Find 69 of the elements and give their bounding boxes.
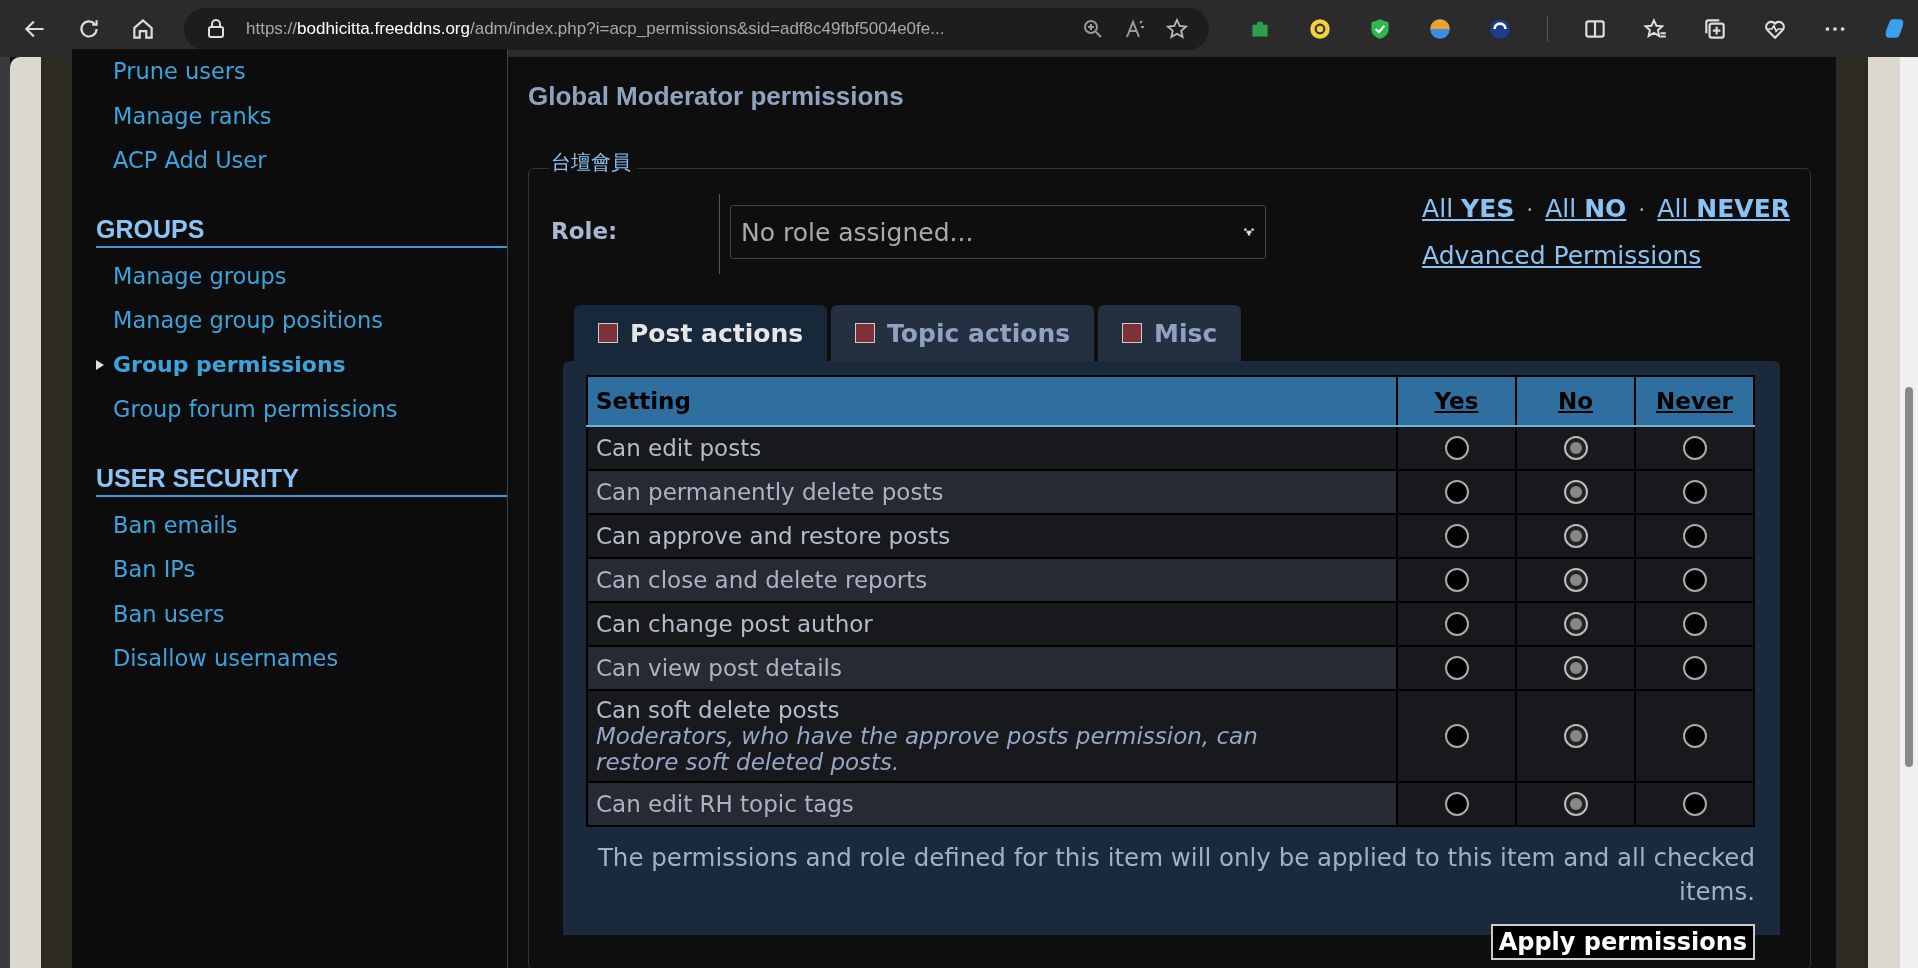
setting-cell: Can close and delete reports: [587, 558, 1397, 602]
radio-button[interactable]: [1682, 656, 1707, 680]
sidebar-link[interactable]: Group permissions: [113, 352, 346, 378]
role-label: Role:: [551, 194, 720, 274]
sidebar-link[interactable]: Manage groups: [113, 262, 287, 289]
sidebar-link[interactable]: Manage ranks: [113, 102, 272, 129]
radio-button[interactable]: [1563, 480, 1588, 504]
radio-button[interactable]: [1682, 568, 1707, 592]
group-name: 台壇會員: [549, 149, 637, 176]
advanced-permissions-link[interactable]: Advanced Permissions: [1422, 241, 1790, 270]
sidebar-link[interactable]: Ban IPs: [113, 556, 196, 583]
setting-cell: Can view post details: [587, 646, 1397, 690]
apply-button[interactable]: Apply permissions: [1490, 923, 1755, 960]
setting-cell: Can permanently delete posts: [587, 470, 1397, 514]
tab[interactable]: Post actions: [574, 305, 828, 361]
column-header: Setting: [587, 376, 1397, 426]
set-all-link[interactable]: All NO: [1545, 194, 1627, 223]
sidebar-link[interactable]: Disallow usernames: [113, 645, 339, 672]
radio-button[interactable]: [1444, 792, 1469, 816]
setting-cell: Can change post author: [587, 602, 1397, 646]
url-text: https://bodhicitta.freeddns.org/adm/index.php?i=acp_permissions&sid=adf8c49fbf5004e0fe...: [246, 18, 946, 39]
tab[interactable]: Topic actions: [831, 305, 1095, 361]
sidebar-link[interactable]: Prune users: [113, 58, 246, 85]
radio-button[interactable]: [1563, 524, 1588, 548]
star-icon[interactable]: [1165, 16, 1189, 41]
setting-cell: Can edit RH topic tags: [587, 782, 1397, 826]
radio-button[interactable]: [1563, 436, 1588, 460]
radio-button[interactable]: [1444, 436, 1469, 460]
separator-dot: ·: [1638, 197, 1646, 222]
page-title: Global Moderator permissions: [528, 81, 905, 112]
radio-button[interactable]: [1444, 724, 1469, 748]
radio-button[interactable]: [1444, 480, 1469, 504]
column-header[interactable]: Never: [1635, 376, 1754, 426]
radio-button[interactable]: [1682, 612, 1707, 636]
scrollbar-thumb[interactable]: [1905, 387, 1913, 767]
radio-button[interactable]: [1444, 612, 1469, 636]
sidebar-link[interactable]: ACP Add User: [113, 147, 267, 174]
setting-cell: Can edit posts: [587, 426, 1397, 470]
caret-icon: [1243, 227, 1255, 237]
set-all-link[interactable]: All NEVER: [1657, 194, 1790, 223]
section-heading: GROUPS: [96, 212, 507, 248]
sidebar-link[interactable]: Ban emails: [113, 511, 238, 538]
setting-cell: Can soft delete posts Moderators, who have the approve posts permission, can restore soft deleted posts.: [587, 690, 1397, 782]
column-header[interactable]: Yes: [1397, 376, 1516, 426]
radio-button[interactable]: [1563, 724, 1588, 748]
sidebar-link[interactable]: Manage group positions: [113, 307, 383, 334]
sidebar-link[interactable]: Ban users: [113, 600, 225, 627]
footer-note: The permissions and role defined for this item will only be applied to this item and all checked items.: [596, 842, 1755, 909]
setting-cell: Can approve and restore posts: [587, 514, 1397, 558]
radio-button[interactable]: [1682, 436, 1707, 460]
radio-button[interactable]: [1682, 524, 1707, 548]
radio-button[interactable]: [1682, 792, 1707, 816]
radio-button[interactable]: [1682, 724, 1707, 748]
radio-button[interactable]: [1682, 480, 1707, 504]
role-select[interactable]: No role assigned...: [730, 205, 1266, 259]
radio-button[interactable]: [1563, 792, 1588, 816]
section-heading: USER SECURITY: [96, 461, 507, 497]
set-all-link[interactable]: All YES: [1422, 194, 1515, 223]
separator-dot: ·: [1526, 197, 1534, 222]
sidebar-link[interactable]: Group forum permissions: [113, 396, 398, 423]
radio-button[interactable]: [1444, 568, 1469, 592]
address-bar[interactable]: https://bodhicitta.freeddns.org/adm/index.php?i=acp_permissions&sid=adf8c49fbf5004e0fe...: [184, 7, 1209, 50]
radio-button[interactable]: [1563, 568, 1588, 592]
radio-button[interactable]: [1444, 656, 1469, 680]
radio-button[interactable]: [1563, 656, 1588, 680]
column-header[interactable]: No: [1516, 376, 1635, 426]
radio-button[interactable]: [1563, 612, 1588, 636]
radio-button[interactable]: [1444, 524, 1469, 548]
tab[interactable]: Misc: [1098, 305, 1242, 361]
